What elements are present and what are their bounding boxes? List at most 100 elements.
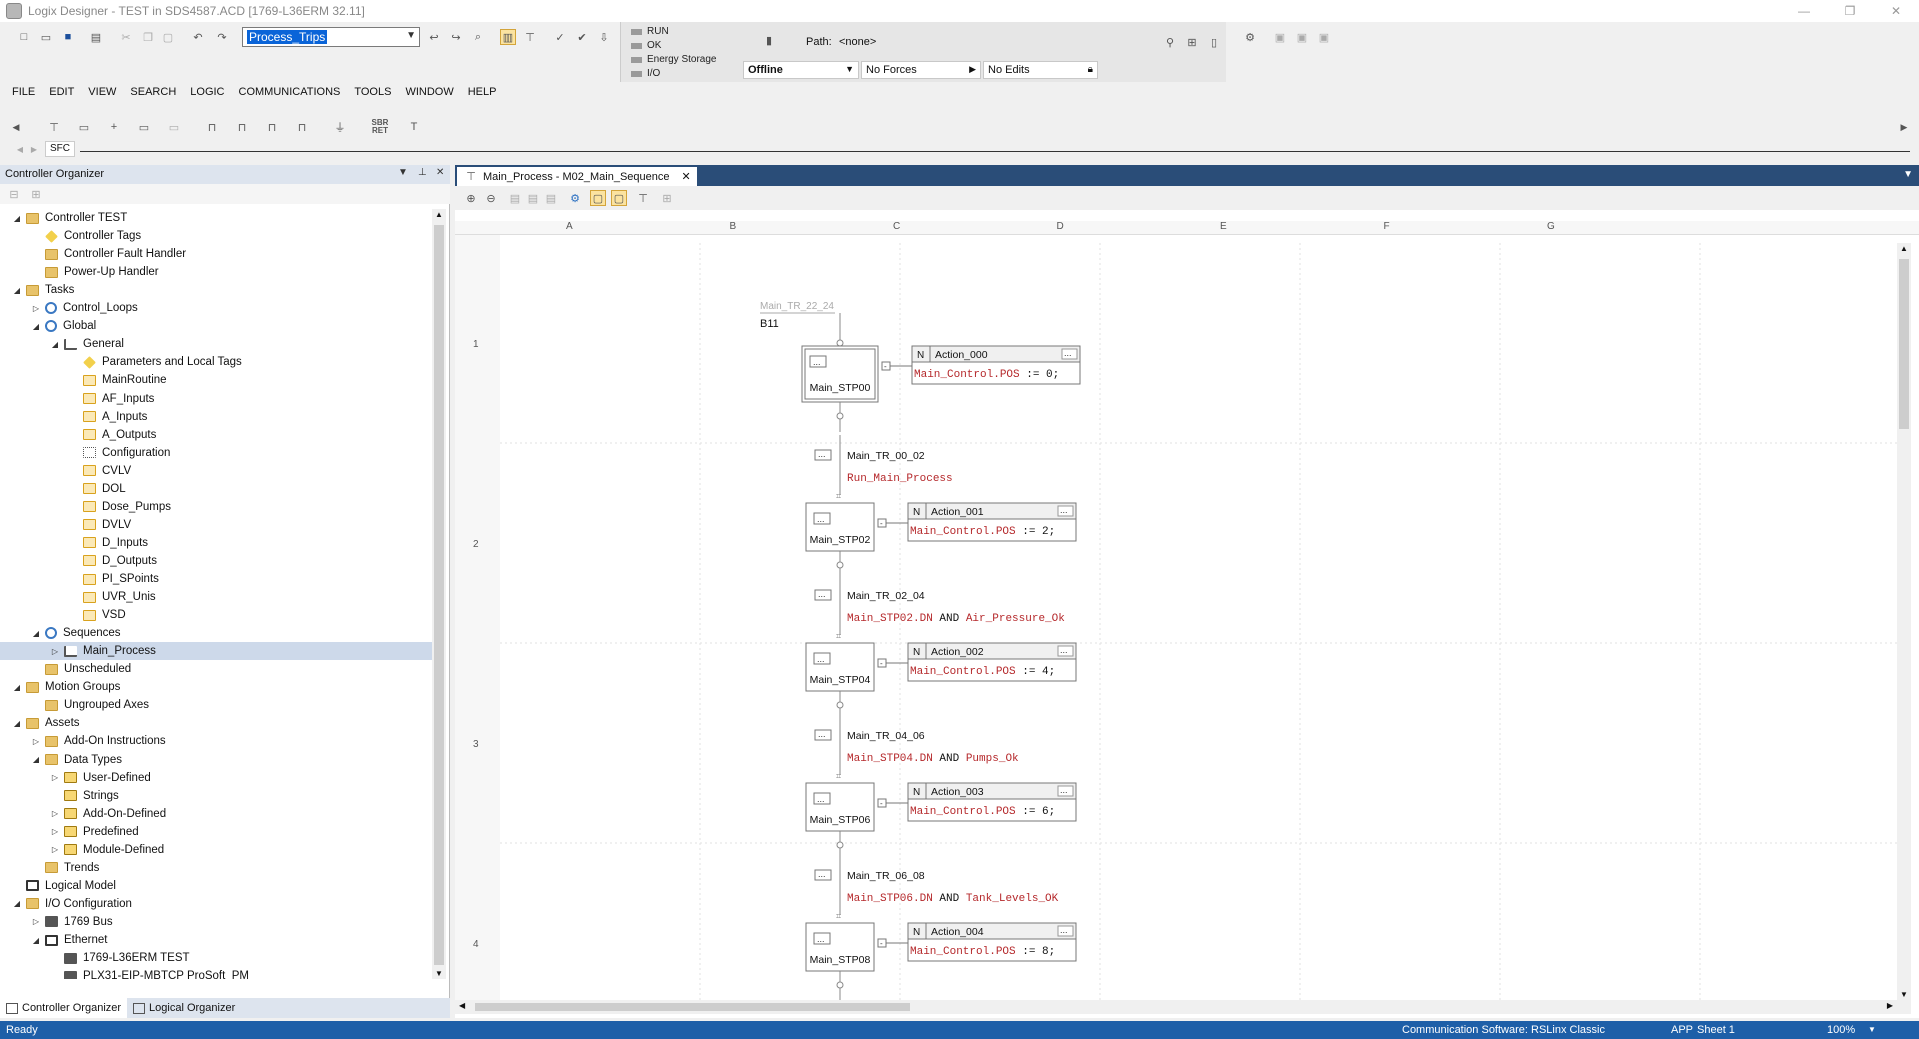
step-name[interactable]: Main_STP02 xyxy=(810,534,871,546)
collapsed-triangle-icon[interactable]: ▷ xyxy=(50,647,60,656)
connector-pin[interactable] xyxy=(836,701,844,709)
collapsed-triangle-icon[interactable]: ▷ xyxy=(50,845,60,854)
scroll-up-icon[interactable]: ▲ xyxy=(1900,244,1908,253)
menu-search[interactable]: SEARCH xyxy=(130,86,176,98)
scroll-up-icon[interactable]: ▲ xyxy=(435,210,443,219)
add-sbr-icon[interactable]: ▭ xyxy=(136,119,152,135)
tree-node[interactable]: Controller Tags xyxy=(0,227,432,245)
tree-node[interactable]: Strings xyxy=(0,787,432,805)
controller-properties-icon[interactable]: ⚙ xyxy=(1242,29,1258,45)
expanded-triangle-icon[interactable]: ◢ xyxy=(12,683,22,692)
connector-pin[interactable] xyxy=(836,339,844,347)
auto-route-icon[interactable]: ⊤ xyxy=(635,190,651,206)
action-name[interactable]: Action_002 xyxy=(931,646,984,658)
menu-edit[interactable]: EDIT xyxy=(49,86,74,98)
close-button[interactable]: ✕ xyxy=(1873,0,1919,22)
action-name[interactable]: Action_000 xyxy=(935,349,988,361)
zoom-in-icon[interactable]: ⊕ xyxy=(463,190,479,206)
action-body[interactable]: Main_Control.POS := 8; xyxy=(910,946,1055,958)
collapsed-triangle-icon[interactable]: ▷ xyxy=(31,737,41,746)
tree-node[interactable]: Configuration xyxy=(0,444,432,462)
scroll-down-icon[interactable]: ▼ xyxy=(435,969,443,978)
action-body[interactable]: Main_Control.POS := 6; xyxy=(910,806,1055,818)
task-combo-box[interactable]: Process_Trips ▼ xyxy=(242,27,420,47)
action-qualifier[interactable]: N xyxy=(917,350,924,361)
tree-node[interactable]: ◢ Controller TEST xyxy=(0,209,432,227)
expanded-triangle-icon[interactable]: ◢ xyxy=(31,629,41,638)
minimize-button[interactable]: — xyxy=(1781,0,1827,22)
expanded-triangle-icon[interactable]: ◢ xyxy=(31,322,41,331)
vertical-scrollbar[interactable]: ▲ ▼ xyxy=(1897,243,1911,1000)
tree-node[interactable]: ◢ Sequences xyxy=(0,624,432,642)
chevron-right-icon[interactable]: ▶ xyxy=(969,64,976,75)
tree-node[interactable]: ◢ Assets xyxy=(0,714,432,732)
online-edit-icon[interactable]: ▣ xyxy=(1272,29,1288,45)
connector-pin[interactable] xyxy=(836,981,844,989)
selection-branch-icon[interactable]: ⊓ xyxy=(204,119,220,135)
controller-mode-dropdown[interactable]: Offline ▼ xyxy=(743,61,859,79)
action-qualifier[interactable]: N xyxy=(913,927,920,938)
maximize-button[interactable]: ❐ xyxy=(1827,0,1873,22)
action-qualifier[interactable]: N xyxy=(913,787,920,798)
transition-name[interactable]: Main_TR_04_06 xyxy=(847,730,925,742)
sfc-canvas[interactable]: Main_TR_22_24 B11... Main_STP00 - N Action_00… xyxy=(500,243,1897,1000)
expanded-triangle-icon[interactable]: ◢ xyxy=(31,755,41,764)
tree-scrollbar[interactable]: ▲ ▼ xyxy=(432,209,446,979)
paste-icon[interactable]: ▢ xyxy=(160,29,176,45)
organizer-toggle-icon[interactable]: ▥ xyxy=(500,29,516,45)
tree-node[interactable]: ▷ Predefined xyxy=(0,823,432,841)
undo-icon[interactable]: ↶ xyxy=(190,29,206,45)
forces-dropdown[interactable]: No Forces ▶ xyxy=(861,61,981,79)
tree-node[interactable]: A_Outputs xyxy=(0,426,432,444)
tree-node[interactable]: ◢ Tasks xyxy=(0,281,432,299)
tree-node[interactable]: ◢ Ethernet xyxy=(0,931,432,949)
chevron-down-icon[interactable]: ▼ xyxy=(845,64,854,74)
pin-icon[interactable]: ⊥ xyxy=(418,167,427,178)
download-icon[interactable]: ⇩ xyxy=(596,29,612,45)
tree-node[interactable]: ◢ Global xyxy=(0,317,432,335)
expanded-triangle-icon[interactable]: ◢ xyxy=(12,286,22,295)
tab-next-icon[interactable]: ▶ xyxy=(26,141,42,157)
scroll-left-icon[interactable]: ◀ xyxy=(8,119,24,135)
tree-node[interactable]: ▷ 1769 Bus xyxy=(0,913,432,931)
find-icon[interactable]: ⌕ xyxy=(470,29,486,45)
vertical-scroll-thumb[interactable] xyxy=(1899,259,1909,429)
auto-layout-icon[interactable]: ⊞ xyxy=(659,190,675,206)
connector-pin[interactable] xyxy=(836,841,844,849)
tab-logical-organizer[interactable]: Logical Organizer xyxy=(127,998,241,1018)
collapsed-triangle-icon[interactable]: ▷ xyxy=(50,809,60,818)
redo-icon[interactable]: ↷ xyxy=(214,29,230,45)
action-body[interactable]: Main_Control.POS := 0; xyxy=(914,369,1059,381)
menu-window[interactable]: WINDOW xyxy=(405,86,453,98)
tab-sfc[interactable]: SFC xyxy=(45,141,75,157)
tree-node[interactable]: ▷ Add-On Instructions xyxy=(0,732,432,750)
step-name[interactable]: Main_STP04 xyxy=(810,674,871,686)
connector-pin[interactable] xyxy=(836,412,844,420)
zoom-out-icon[interactable]: ⊖ xyxy=(483,190,499,206)
collapsed-triangle-icon[interactable]: ▷ xyxy=(50,773,60,782)
properties-icon[interactable]: ⚙ xyxy=(567,190,583,206)
network-icon[interactable]: ⊞ xyxy=(1184,34,1200,50)
tree-node[interactable]: DOL xyxy=(0,480,432,498)
expanded-triangle-icon[interactable]: ◢ xyxy=(12,719,22,728)
collapsed-triangle-icon[interactable]: ▷ xyxy=(31,917,41,926)
scroll-down-icon[interactable]: ▼ xyxy=(1900,990,1908,999)
tree-node[interactable]: D_Inputs xyxy=(0,534,432,552)
tree-node[interactable]: ▷ Main_Process xyxy=(0,642,432,661)
tree-node[interactable]: ▷ Control_Loops xyxy=(0,299,432,317)
scroll-left-icon[interactable]: ◀ xyxy=(459,1001,465,1010)
transition-condition[interactable]: Main_STP04.DN AND Pumps_Ok xyxy=(847,753,1019,765)
action-name[interactable]: Action_001 xyxy=(931,506,984,518)
new-icon[interactable]: □ xyxy=(16,29,32,45)
expanded-triangle-icon[interactable]: ◢ xyxy=(50,340,60,349)
tree-node[interactable]: Parameters and Local Tags xyxy=(0,353,432,371)
transition-condition[interactable]: Run_Main_Process xyxy=(847,473,953,485)
print-icon[interactable]: ▤ xyxy=(88,29,104,45)
chevron-down-icon[interactable]: ▼ xyxy=(1903,169,1913,180)
action-name[interactable]: Action_004 xyxy=(931,926,984,938)
tree-node[interactable]: DVLV xyxy=(0,516,432,534)
edits-status[interactable]: No Edits 🔒︎ xyxy=(983,61,1098,79)
action-qualifier[interactable]: N xyxy=(913,647,920,658)
tree-node[interactable]: VSD xyxy=(0,606,432,624)
tree-node[interactable]: ▷ User-Defined xyxy=(0,769,432,787)
